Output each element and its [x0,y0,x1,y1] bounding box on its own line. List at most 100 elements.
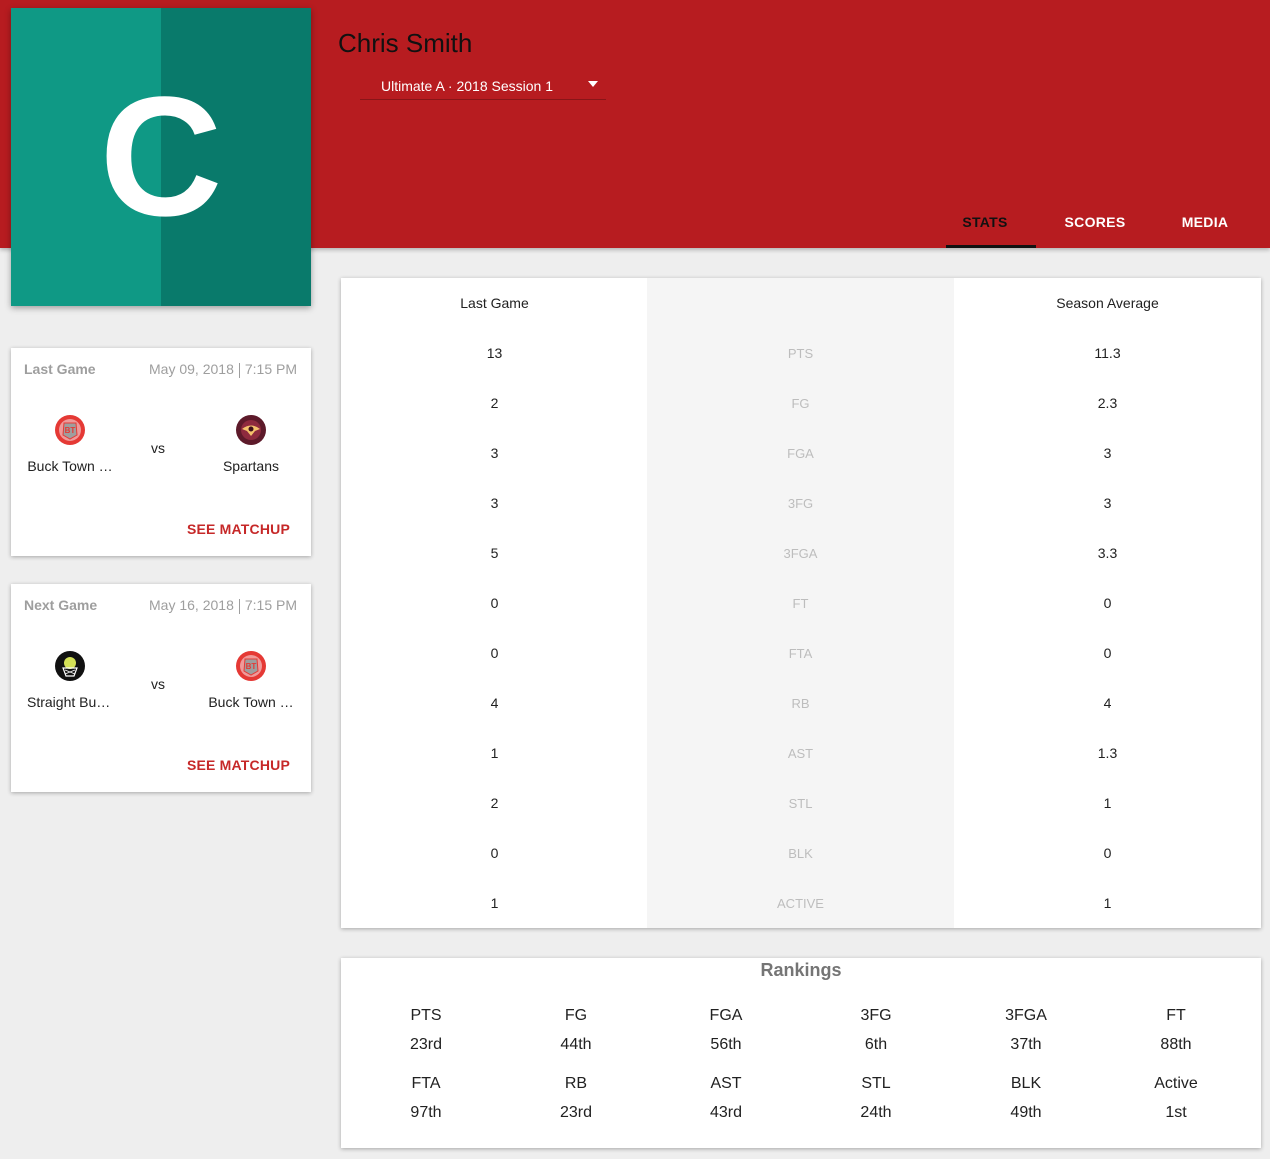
ranking-label: BLK [1010,1075,1042,1092]
season-average-value: 1.3 [1097,745,1118,761]
ranking-value: 44th [560,1036,592,1053]
ranking-item: BLK 49th [951,1072,1101,1130]
season-average-value: 1 [1103,795,1112,811]
game-card-header: Last Game May 09, 2018 7:15 PM [24,361,297,378]
ranking-value: 24th [860,1104,892,1121]
player-avatar: C [11,8,311,306]
rankings-grid: PTS 23rd FG 44th FGA 56th 3FG 6th 3FGA 37th F… [351,1004,1251,1130]
see-matchup-button[interactable]: SEE MATCHUP [187,757,290,773]
ranking-item: RB 23rd [501,1072,651,1130]
stat-label: PTS [787,345,814,361]
stat-label: FGA [787,445,814,461]
caret-down-icon[interactable] [588,81,598,87]
game-card-header: Next Game May 16, 2018 7:15 PM [24,597,297,614]
ranking-item: AST 43rd [651,1072,801,1130]
season-average-value: 1 [1103,895,1112,911]
last-game-value: 2 [490,395,499,411]
last-game-value: 3 [490,495,499,511]
stat-label: 3FG [787,495,814,511]
ranking-label: AST [710,1075,742,1092]
ranking-value: 43rd [709,1104,743,1121]
avatar-initial: C [99,62,223,252]
season-average-header: Season Average [1056,295,1159,311]
ranking-value: 88th [1160,1036,1192,1053]
game-date: May 09, 2018 [149,361,234,377]
last-game-value: 1 [490,895,499,911]
stat-label-header [647,278,954,328]
last-game-column: Last Game 13 2 3 3 5 0 0 4 1 2 0 1 [341,278,648,928]
ranking-value: 6th [864,1036,888,1053]
last-game-value: 0 [490,845,499,861]
last-game-value: 1 [490,745,499,761]
rankings-card: Rankings PTS 23rd FG 44th FGA 56th 3FG 6th 3… [341,958,1261,1148]
buck-town-logo-icon: BT [54,414,86,446]
home-team-name: Buck Town … [27,458,113,474]
straight-buckets-logo-icon [54,650,86,682]
away-team[interactable]: BT Buck Town … [196,650,306,710]
last-game-header: Last Game [460,295,529,311]
last-game-value: 3 [490,445,499,461]
stat-label: FT [792,595,809,611]
ranking-value: 23rd [409,1036,443,1053]
stat-label: AST [787,745,814,761]
ranking-label: FGA [709,1007,743,1024]
ranking-item: FT 88th [1101,1004,1251,1062]
last-game-value: 0 [490,645,499,661]
game-time: 7:15 PM [244,361,297,377]
ranking-item: PTS 23rd [351,1004,501,1062]
ranking-label: 3FGA [1005,1007,1047,1024]
ranking-label: FT [1166,1007,1186,1024]
profile-tabs: STATS SCORES MEDIA [930,196,1260,248]
away-team[interactable]: Spartans [196,414,306,474]
stat-label: BLK [788,845,813,861]
spartans-logo-icon [235,414,267,446]
rankings-title: Rankings [760,960,842,980]
see-matchup-button[interactable]: SEE MATCHUP [187,521,290,537]
season-average-value: 11.3 [1094,345,1121,361]
ranking-value: 56th [710,1036,742,1053]
svg-text:BT: BT [65,426,76,435]
ranking-item: 3FG 6th [801,1004,951,1062]
tab-scores[interactable]: SCORES [1040,196,1150,248]
svg-text:BT: BT [246,662,257,671]
last-game-value: 5 [490,545,499,561]
ranking-value: 23rd [559,1104,593,1121]
last-game-value: 4 [490,695,499,711]
season-average-value: 3.3 [1097,545,1118,561]
tab-media[interactable]: MEDIA [1150,196,1260,248]
ranking-value: 49th [1010,1104,1042,1121]
home-team[interactable]: BT Buck Town … [15,414,125,474]
stat-label: FTA [788,645,813,661]
session-select[interactable]: Ultimate A · 2018 Session 1 [360,72,606,100]
season-average-value: 2.3 [1097,395,1118,411]
season-average-value: 0 [1103,645,1112,661]
ranking-item: FGA 56th [651,1004,801,1062]
home-team[interactable]: Straight Buc… [15,650,125,710]
tab-stats[interactable]: STATS [930,196,1040,248]
ranking-label: PTS [410,1007,442,1024]
season-average-value: 4 [1103,695,1112,711]
last-game-card: Last Game May 09, 2018 7:15 PM BT Buck To… [11,348,311,556]
ranking-label: 3FG [860,1007,892,1024]
stat-label: ACTIVE [777,895,824,911]
ranking-item: FTA 97th [351,1072,501,1130]
away-team-name: Buck Town … [208,694,294,710]
game-card-label: Last Game [24,361,96,377]
ranking-value: 37th [1010,1036,1042,1053]
buck-town-logo-icon: BT [235,650,267,682]
game-datetime: May 16, 2018 7:15 PM [149,597,297,614]
stat-label: 3FGA [783,545,818,561]
ranking-item: STL 24th [801,1072,951,1130]
stats-table: Last Game 13 2 3 3 5 0 0 4 1 2 0 1 PTS F… [341,278,1261,928]
stat-label-column: PTS FG FGA 3FG 3FGA FT FTA RB AST STL BL… [647,278,954,928]
game-card-label: Next Game [24,597,98,613]
stat-label: RB [791,695,810,711]
home-team-name: Straight Buc… [27,694,118,710]
ranking-item: Active 1st [1101,1072,1251,1130]
stat-label: FG [791,395,810,411]
stat-label: STL [788,795,813,811]
ranking-item: FG 44th [501,1004,651,1062]
ranking-label: RB [564,1075,588,1092]
ranking-label: Active [1154,1075,1198,1092]
ranking-label: FG [564,1007,588,1024]
